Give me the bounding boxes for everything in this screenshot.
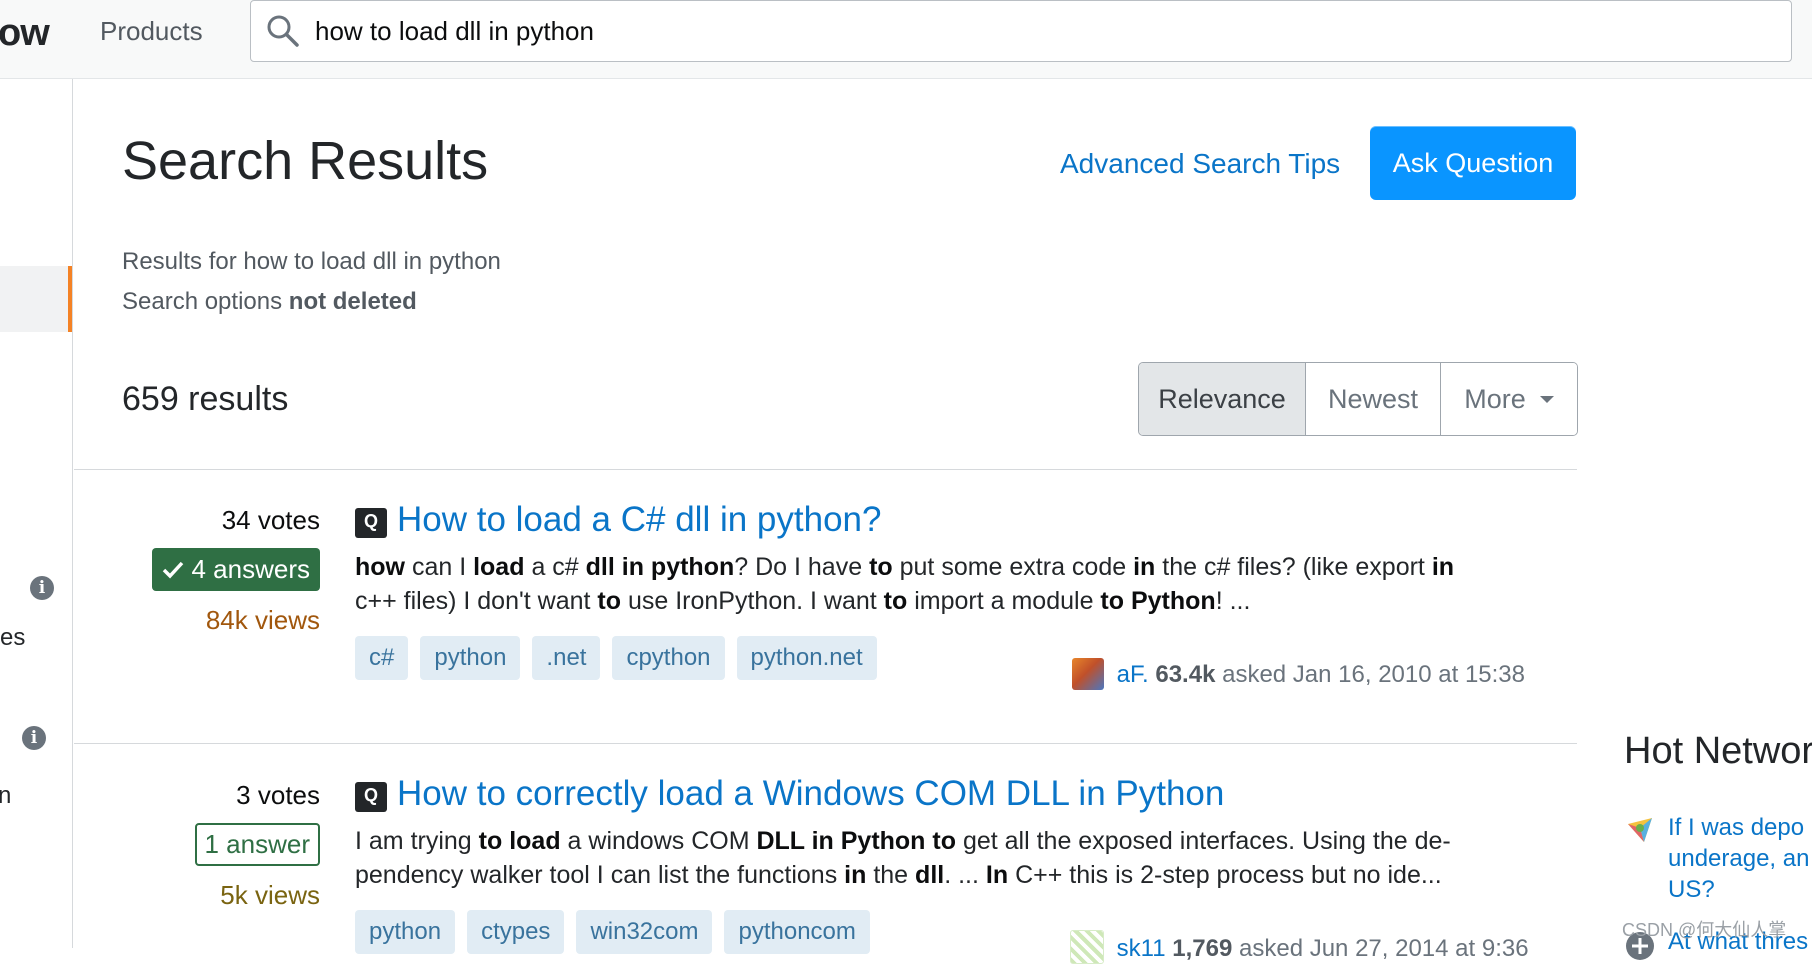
tag[interactable]: pythoncom bbox=[724, 910, 870, 954]
view-count: 84k views bbox=[205, 605, 320, 635]
tag[interactable]: python bbox=[420, 636, 521, 680]
site-icon bbox=[1628, 818, 1652, 842]
sort-more-button[interactable]: More bbox=[1440, 363, 1577, 435]
author-reputation: 1,769 bbox=[1172, 935, 1233, 962]
author-reputation: 63.4k bbox=[1155, 661, 1216, 688]
excerpt-line: pendency walker tool I can list the func… bbox=[355, 861, 1442, 889]
tag[interactable]: python bbox=[355, 910, 456, 954]
hot-question-line[interactable]: If I was depo bbox=[1668, 812, 1809, 843]
left-sidebar bbox=[0, 79, 73, 948]
advanced-search-tips-link[interactable]: Advanced Search Tips bbox=[1060, 148, 1340, 180]
sort-newest-label: Newest bbox=[1327, 383, 1419, 414]
answer-count: 1 answer bbox=[204, 829, 311, 859]
tag[interactable]: cpython bbox=[612, 636, 725, 680]
search-options-value: not deleted bbox=[288, 288, 417, 315]
sidebar-item-label[interactable]: es bbox=[0, 624, 25, 652]
search-options-text: Search options not deleted bbox=[122, 288, 417, 316]
checkmark-icon bbox=[162, 561, 183, 579]
sidebar-item-active[interactable] bbox=[0, 266, 72, 332]
top-bar: ow Products how to load dll in python bbox=[0, 0, 1812, 79]
author-name[interactable]: sk11 bbox=[1117, 935, 1166, 962]
hot-question-line[interactable]: US? bbox=[1668, 874, 1809, 905]
tag-list: python ctypes win32com pythoncom bbox=[355, 910, 870, 954]
tag[interactable]: ctypes bbox=[467, 910, 565, 954]
question-excerpt: I am trying to load a windows COM DLL in… bbox=[355, 824, 1555, 892]
question-excerpt: how can I load a c# dll in python? Do I … bbox=[355, 550, 1555, 618]
question-title-link[interactable]: Q How to load a C# dll in python? bbox=[355, 500, 881, 540]
question-icon: Q bbox=[355, 508, 387, 538]
author-info: aF. 63.4k asked Jan 16, 2010 at 15:38 bbox=[1072, 658, 1525, 690]
search-options-prefix: Search options bbox=[122, 288, 283, 315]
answer-count-badge: 4 answers bbox=[151, 548, 320, 591]
info-icon[interactable]: i bbox=[22, 726, 46, 750]
sort-more-label: More bbox=[1464, 383, 1526, 414]
author-name[interactable]: aF. bbox=[1117, 661, 1149, 688]
chevron-down-icon bbox=[1539, 395, 1554, 403]
sort-relevance-button[interactable]: Relevance bbox=[1139, 363, 1305, 435]
excerpt-line: how can I load a c# dll in python? Do I … bbox=[355, 553, 1455, 581]
watermark: CSDN @何大仙人掌 bbox=[1622, 920, 1787, 940]
excerpt-line: I am trying to load a windows COM DLL in… bbox=[355, 827, 1451, 855]
tag[interactable]: .net bbox=[532, 636, 601, 680]
result-count: 659 results bbox=[122, 380, 289, 418]
tag-list: c# python .net cpython python.net bbox=[355, 636, 877, 680]
avatar[interactable] bbox=[1070, 930, 1104, 964]
sort-relevance-label: Relevance bbox=[1158, 383, 1286, 414]
asked-time: asked Jun 27, 2014 at 9:36 bbox=[1239, 935, 1529, 962]
question-title[interactable]: How to correctly load a Windows COM DLL … bbox=[397, 774, 1224, 813]
info-icon[interactable]: i bbox=[30, 576, 54, 600]
question-icon: Q bbox=[355, 782, 387, 812]
hot-network-title: Hot Networ bbox=[1624, 730, 1812, 772]
sort-newest-button[interactable]: Newest bbox=[1305, 363, 1440, 435]
excerpt-line: c++ files) I don't want to use IronPytho… bbox=[355, 587, 1251, 615]
vote-count: 3 votes bbox=[236, 780, 320, 810]
hot-question-link[interactable]: If I was depo underage, an US? bbox=[1668, 812, 1809, 905]
search-icon bbox=[267, 15, 299, 47]
tag[interactable]: win32com bbox=[576, 910, 713, 954]
answer-count-badge: 1 answer bbox=[194, 823, 320, 866]
results-for-query: how to load dll in python bbox=[243, 248, 501, 275]
hot-question-line[interactable]: underage, an bbox=[1668, 843, 1809, 874]
question-title[interactable]: How to load a C# dll in python? bbox=[397, 500, 881, 539]
results-for-text: Results for how to load dll in python bbox=[122, 248, 501, 276]
result-stats: 3 votes 1 answer 5k views bbox=[70, 780, 320, 911]
answer-count: 4 answers bbox=[191, 554, 311, 584]
divider bbox=[74, 743, 1577, 744]
question-title-link[interactable]: Q How to correctly load a Windows COM DLL… bbox=[355, 774, 1224, 814]
search-input[interactable]: how to load dll in python bbox=[250, 0, 1792, 62]
view-count: 5k views bbox=[220, 880, 320, 910]
ask-question-button[interactable]: Ask Question bbox=[1370, 126, 1576, 200]
search-query[interactable]: how to load dll in python bbox=[315, 16, 594, 47]
tag[interactable]: python.net bbox=[736, 636, 877, 680]
divider bbox=[74, 469, 1577, 470]
sort-button-group: Relevance Newest More bbox=[1138, 362, 1578, 436]
vote-count: 34 votes bbox=[221, 505, 320, 535]
avatar[interactable] bbox=[1072, 658, 1104, 690]
result-stats: 34 votes 4 answers 84k views bbox=[70, 505, 320, 636]
sidebar-item-label[interactable]: n bbox=[0, 782, 11, 810]
author-info: sk11 1,769 asked Jun 27, 2014 at 9:36 bbox=[1070, 930, 1529, 964]
asked-time: asked Jan 16, 2010 at 15:38 bbox=[1222, 661, 1525, 688]
site-logo[interactable]: ow bbox=[0, 12, 50, 55]
products-menu[interactable]: Products bbox=[100, 16, 203, 47]
results-for-prefix: Results for bbox=[122, 248, 237, 275]
page-title: Search Results bbox=[122, 131, 489, 191]
tag[interactable]: c# bbox=[355, 636, 409, 680]
